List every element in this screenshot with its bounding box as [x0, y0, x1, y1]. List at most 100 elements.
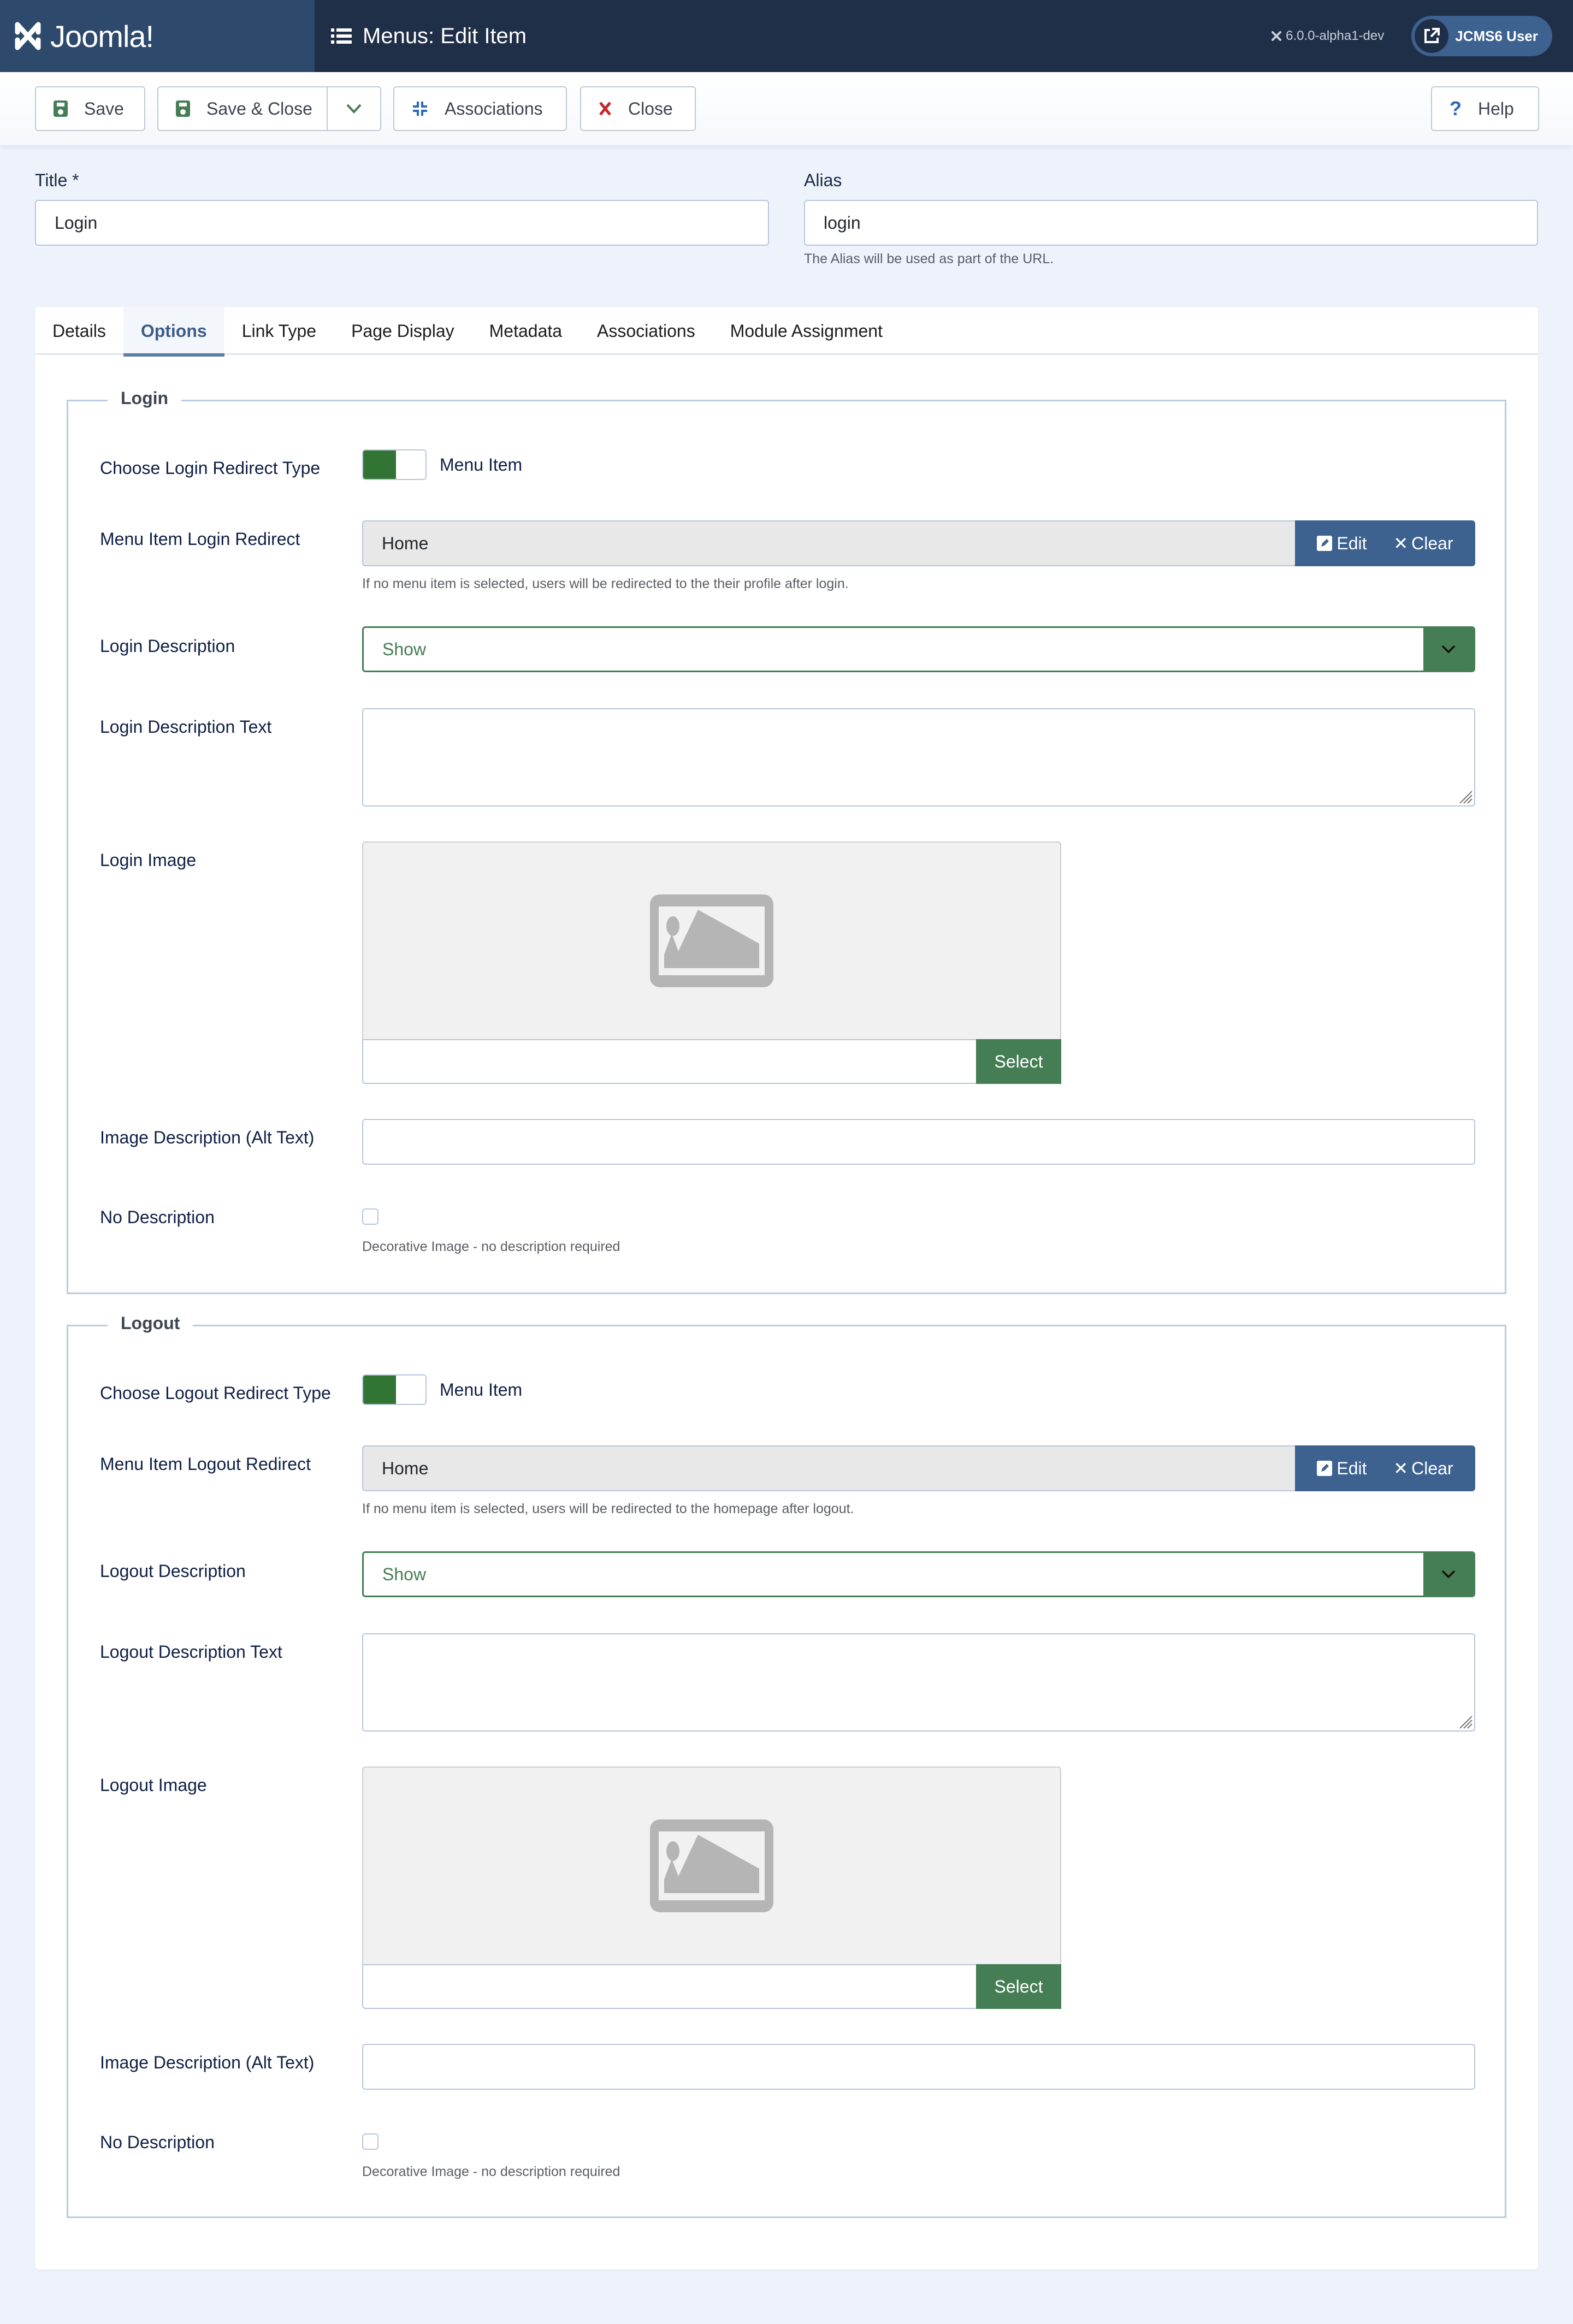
login-image-field: Select: [362, 841, 1061, 1084]
login-redirect-label: Menu Item Login Redirect: [100, 529, 300, 549]
chevron-down-icon: [346, 104, 362, 114]
save-dropdown-toggle[interactable]: [327, 87, 380, 130]
edit-card: Details Options Link Type Page Display M…: [35, 307, 1538, 2269]
login-redirect-clear-button[interactable]: ✕ Clear: [1393, 533, 1453, 554]
login-redirect-edit-button[interactable]: Edit: [1317, 533, 1367, 554]
login-image-select-button[interactable]: Select: [976, 1039, 1061, 1084]
login-no-description-checkbox[interactable]: [362, 1208, 379, 1225]
resize-handle-icon[interactable]: [1459, 790, 1473, 804]
login-alt-input[interactable]: [362, 1119, 1475, 1165]
help-button[interactable]: ? Help: [1431, 86, 1539, 131]
logout-redirect-type-label: Choose Logout Redirect Type: [100, 1383, 331, 1403]
login-no-description-label: No Description: [100, 1207, 215, 1227]
edit-icon: [1317, 1461, 1333, 1476]
logout-alt-input[interactable]: [362, 2044, 1475, 2090]
alias-label: Alias: [804, 170, 842, 190]
page-title: Menus: Edit Item: [331, 24, 527, 49]
logout-redirect-value[interactable]: Home: [362, 1445, 1295, 1491]
tab-details[interactable]: Details: [35, 307, 123, 355]
save-close-button[interactable]: Save & Close: [157, 86, 381, 131]
logout-description-select[interactable]: Show: [362, 1551, 1475, 1597]
alias-help: The Alias will be used as part of the UR…: [804, 251, 1054, 266]
save-label: Save: [84, 98, 124, 118]
logout-redirect-field: Home Edit ✕ Clear: [362, 1445, 1475, 1491]
login-fieldset: Login Choose Login Redirect Type Menu It…: [67, 388, 1506, 1294]
logout-image-path-input[interactable]: [362, 1964, 976, 2009]
external-link-icon: [1415, 19, 1449, 53]
login-redirect-help: If no menu item is selected, users will …: [362, 576, 849, 591]
logout-redirect-clear-button[interactable]: ✕ Clear: [1393, 1458, 1453, 1479]
brand-logo-area[interactable]: Joomla!: [0, 0, 315, 72]
logout-image-field: Select: [362, 1766, 1061, 2009]
help-label: Help: [1478, 98, 1514, 118]
tab-metadata[interactable]: Metadata: [472, 307, 579, 355]
tab-page-display[interactable]: Page Display: [334, 307, 472, 355]
login-description-label: Login Description: [100, 636, 235, 656]
image-placeholder-icon: [650, 894, 773, 987]
logout-fieldset: Logout Choose Logout Redirect Type Menu …: [67, 1313, 1506, 2218]
question-icon: ?: [1450, 97, 1462, 120]
logout-redirect-type-switch[interactable]: [362, 1374, 427, 1405]
login-image-path-input[interactable]: [362, 1039, 976, 1084]
associations-label: Associations: [445, 98, 543, 118]
login-redirect-type-value: Menu Item: [440, 455, 523, 475]
save-icon: [54, 100, 68, 117]
tab-module-assignment[interactable]: Module Assignment: [713, 307, 900, 355]
clear-icon: ✕: [1393, 533, 1409, 553]
login-legend: Login: [108, 388, 182, 408]
logout-legend: Logout: [108, 1313, 193, 1333]
logout-description-textarea[interactable]: [362, 1633, 1475, 1732]
title-label: Title *: [35, 170, 79, 190]
edit-icon: [1317, 536, 1333, 551]
clear-icon: ✕: [1393, 1459, 1409, 1478]
login-image-label: Login Image: [100, 850, 197, 870]
logout-image-select-button[interactable]: Select: [976, 1964, 1061, 2009]
chevron-down-icon: [1441, 645, 1456, 654]
associations-button[interactable]: Associations: [393, 86, 567, 131]
user-menu-button[interactable]: JCMS6 User: [1411, 16, 1552, 56]
tab-link-type[interactable]: Link Type: [224, 307, 334, 355]
save-button[interactable]: Save: [35, 86, 145, 131]
chevron-down-icon: [1441, 1570, 1456, 1579]
logout-no-description-label: No Description: [100, 2132, 215, 2152]
resize-handle-icon[interactable]: [1459, 1715, 1473, 1729]
login-redirect-type-switch[interactable]: [362, 449, 427, 480]
version-info: 6.0.0-alpha1-dev: [1270, 28, 1384, 44]
logout-redirect-edit-button[interactable]: Edit: [1317, 1459, 1367, 1479]
app-header: Joomla! Menus: Edit Item 6.0.0-alpha1-de…: [0, 0, 1573, 72]
alias-input[interactable]: login: [804, 200, 1538, 246]
page-title-text: Menus: Edit Item: [363, 23, 527, 48]
joomla-logo-icon: [15, 22, 41, 50]
login-alt-label: Image Description (Alt Text): [100, 1128, 315, 1147]
login-no-description-help: Decorative Image - no description requir…: [362, 1239, 620, 1254]
logout-alt-label: Image Description (Alt Text): [100, 2053, 315, 2072]
title-input[interactable]: Login: [35, 200, 769, 246]
tab-bar: Details Options Link Type Page Display M…: [35, 307, 1538, 357]
list-icon: [331, 28, 352, 44]
brand-name: Joomla!: [50, 19, 154, 54]
tab-associations[interactable]: Associations: [579, 307, 713, 355]
logout-image-label: Logout Image: [100, 1775, 207, 1795]
login-redirect-field: Home Edit ✕ Clear: [362, 520, 1475, 566]
user-name: JCMS6 User: [1455, 27, 1538, 44]
joomla-small-icon: [1272, 31, 1282, 41]
logout-description-text-label: Logout Description Text: [100, 1642, 282, 1662]
save-icon: [176, 100, 190, 117]
login-redirect-value[interactable]: Home: [362, 520, 1295, 566]
logout-no-description-help: Decorative Image - no description requir…: [362, 2164, 620, 2179]
toolbar: Save Save & Close Associations Close ? H…: [0, 72, 1573, 145]
image-placeholder-icon: [650, 1819, 773, 1912]
login-description-textarea[interactable]: [362, 708, 1475, 807]
logout-redirect-help: If no menu item is selected, users will …: [362, 1501, 854, 1516]
logout-description-value: Show: [382, 1564, 427, 1584]
logout-no-description-checkbox[interactable]: [362, 2133, 379, 2150]
login-redirect-type-label: Choose Login Redirect Type: [100, 458, 321, 478]
login-description-select[interactable]: Show: [362, 626, 1475, 672]
close-button[interactable]: Close: [580, 86, 696, 131]
contract-icon: [412, 100, 428, 117]
logout-image-preview: [362, 1766, 1061, 1964]
close-icon: [599, 101, 612, 116]
save-close-label: Save & Close: [206, 98, 312, 118]
tab-options[interactable]: Options: [123, 307, 224, 357]
version-text: 6.0.0-alpha1-dev: [1286, 28, 1385, 43]
